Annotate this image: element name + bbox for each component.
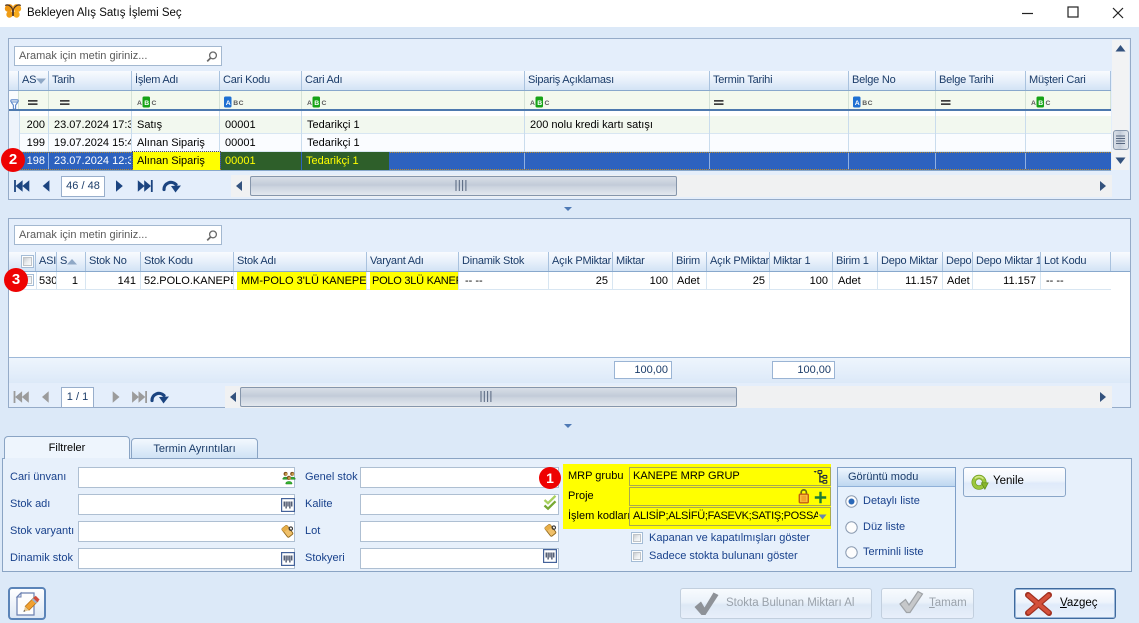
svg-text:A: A <box>307 100 312 107</box>
svg-text:A: A <box>1031 100 1036 107</box>
svg-text:C: C <box>239 100 244 107</box>
svg-text:B: B <box>1038 100 1043 107</box>
svg-text:A: A <box>855 100 860 107</box>
svg-text:B: B <box>144 100 149 107</box>
svg-text:C: C <box>1046 100 1051 107</box>
svg-text:C: C <box>545 100 550 107</box>
svg-text:A: A <box>137 100 142 107</box>
svg-text:B: B <box>537 100 542 107</box>
svg-text:C: C <box>152 100 157 107</box>
svg-text:C: C <box>322 100 327 107</box>
svg-text:C: C <box>868 100 873 107</box>
svg-text:B: B <box>862 100 867 107</box>
svg-text:A: A <box>530 100 535 107</box>
svg-text:A: A <box>226 100 231 107</box>
svg-text:B: B <box>233 100 238 107</box>
svg-text:B: B <box>314 100 319 107</box>
